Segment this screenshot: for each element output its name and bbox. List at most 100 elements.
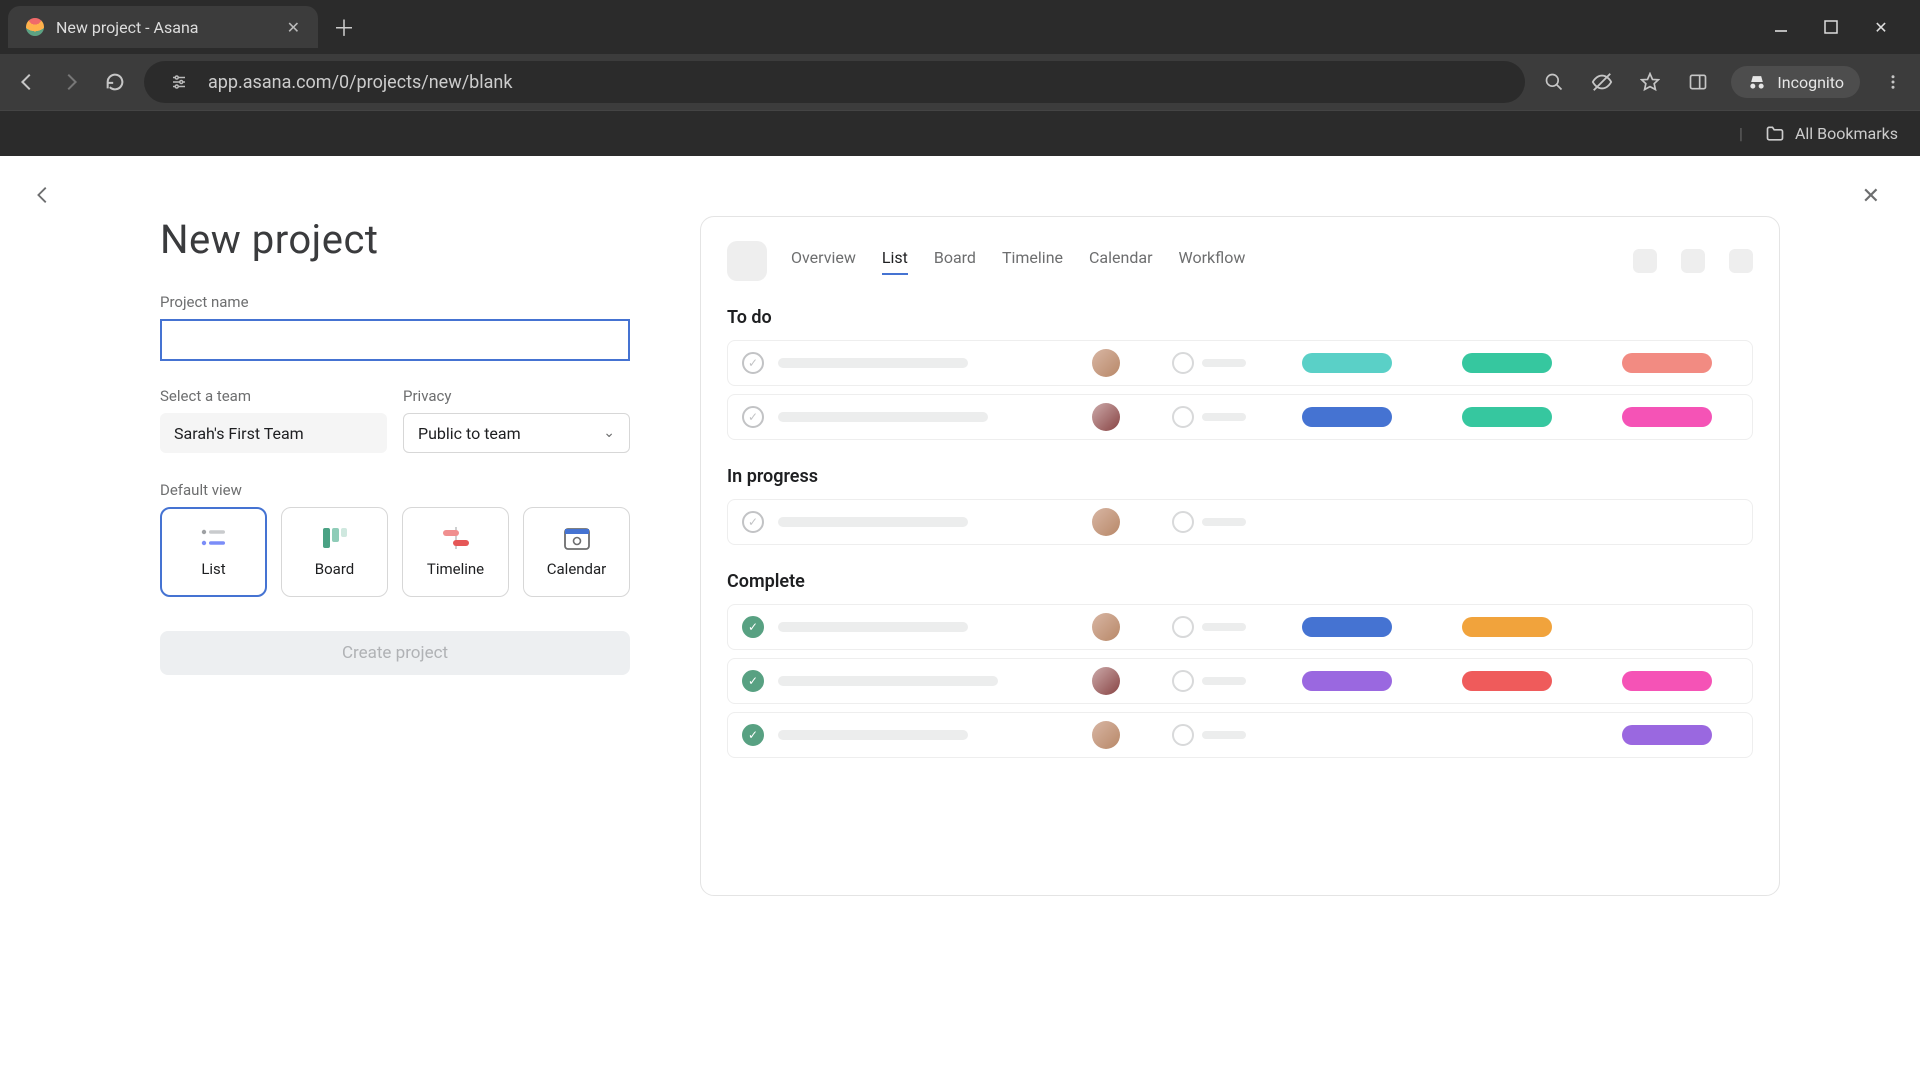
url-box[interactable]: app.asana.com/0/projects/new/blank (144, 61, 1525, 103)
task-row[interactable]: ✓ (727, 394, 1753, 440)
sidepanel-icon[interactable] (1683, 67, 1713, 97)
preview-project-icon-placeholder (727, 241, 767, 281)
calendar-outline-icon (1172, 724, 1194, 746)
new-tab-button[interactable]: ＋ (328, 11, 360, 43)
new-project-form: New project Project name Select a team S… (160, 216, 630, 896)
due-date-placeholder (1172, 511, 1292, 533)
task-row[interactable]: ✓ (727, 499, 1753, 545)
default-view-label: Default view (160, 481, 630, 499)
team-select[interactable]: Sarah's First Team (160, 413, 387, 453)
task-row[interactable]: ✓ (727, 712, 1753, 758)
task-row[interactable]: ✓ (727, 340, 1753, 386)
kebab-menu-icon[interactable] (1878, 67, 1908, 97)
task-check-icon[interactable]: ✓ (742, 406, 764, 428)
view-option-board[interactable]: Board (281, 507, 388, 597)
tag-pill (1622, 671, 1712, 691)
tag-pill (1622, 407, 1712, 427)
tag-pill (1622, 512, 1712, 532)
window-controls: ✕ (1770, 16, 1912, 38)
incognito-icon (1747, 72, 1767, 92)
tag-pill (1302, 725, 1392, 745)
due-date-placeholder (1172, 724, 1292, 746)
task-check-icon[interactable]: ✓ (742, 352, 764, 374)
task-check-icon[interactable]: ✓ (742, 511, 764, 533)
site-settings-icon[interactable] (164, 67, 194, 97)
preview-toolbar-placeholder (1729, 249, 1753, 273)
tag-pill (1302, 353, 1392, 373)
task-name-placeholder (778, 730, 968, 740)
tag-pill (1302, 617, 1392, 637)
view-option-timeline-label: Timeline (427, 560, 484, 578)
tag-pill (1302, 407, 1392, 427)
calendar-outline-icon (1172, 352, 1194, 374)
view-option-list-label: List (201, 560, 225, 578)
section-complete-title: Complete (727, 571, 1753, 592)
task-check-done-icon[interactable]: ✓ (742, 616, 764, 638)
project-name-input[interactable] (160, 319, 630, 361)
preview-tab-list[interactable]: List (882, 248, 908, 275)
tag-pill (1462, 671, 1552, 691)
create-project-button[interactable]: Create project (160, 631, 630, 675)
search-icon[interactable] (1539, 67, 1569, 97)
chevron-down-icon: ⌄ (603, 425, 615, 441)
forward-icon[interactable] (56, 67, 86, 97)
preview-tab-workflow[interactable]: Workflow (1179, 248, 1246, 275)
task-check-done-icon[interactable]: ✓ (742, 724, 764, 746)
section-inprogress-title: In progress (727, 466, 1753, 487)
preview-tab-overview[interactable]: Overview (791, 248, 856, 275)
task-name-placeholder (778, 622, 968, 632)
reload-icon[interactable] (100, 67, 130, 97)
project-name-label: Project name (160, 293, 630, 311)
view-option-calendar[interactable]: Calendar (523, 507, 630, 597)
board-view-icon (320, 526, 350, 550)
tag-pill (1622, 353, 1712, 373)
asana-favicon (26, 18, 44, 36)
team-label: Select a team (160, 387, 387, 405)
due-date-placeholder (1172, 616, 1292, 638)
all-bookmarks-button[interactable]: All Bookmarks (1795, 124, 1898, 143)
incognito-badge[interactable]: Incognito (1731, 66, 1860, 98)
preview-tab-calendar[interactable]: Calendar (1089, 248, 1152, 275)
calendar-outline-icon (1172, 670, 1194, 692)
view-option-board-label: Board (315, 560, 354, 578)
avatar (1092, 508, 1120, 536)
address-bar: app.asana.com/0/projects/new/blank Incog… (0, 54, 1920, 110)
due-date-placeholder (1172, 406, 1292, 428)
view-option-timeline[interactable]: Timeline (402, 507, 509, 597)
star-icon[interactable] (1635, 67, 1665, 97)
avatar (1092, 403, 1120, 431)
page-surface: ✕ New project Project name Select a team… (0, 156, 1920, 1080)
preview-tab-timeline[interactable]: Timeline (1002, 248, 1063, 275)
due-date-placeholder (1172, 352, 1292, 374)
page-back-button[interactable] (32, 184, 54, 206)
timeline-view-icon (441, 526, 471, 550)
incognito-label: Incognito (1777, 73, 1844, 92)
browser-tab[interactable]: New project - Asana ✕ (8, 6, 318, 48)
preview-tab-board[interactable]: Board (934, 248, 976, 275)
tag-pill (1622, 725, 1712, 745)
tab-close-icon[interactable]: ✕ (287, 18, 300, 37)
task-check-done-icon[interactable]: ✓ (742, 670, 764, 692)
page-close-button[interactable]: ✕ (1862, 184, 1880, 209)
tag-pill (1302, 671, 1392, 691)
eye-off-icon[interactable] (1587, 67, 1617, 97)
due-date-placeholder (1172, 670, 1292, 692)
minimize-icon[interactable] (1770, 16, 1792, 38)
maximize-icon[interactable] (1820, 16, 1842, 38)
tag-pill (1302, 512, 1392, 532)
view-option-list[interactable]: List (160, 507, 267, 597)
privacy-label: Privacy (403, 387, 630, 405)
tab-strip: New project - Asana ✕ ＋ ✕ (0, 0, 1920, 54)
calendar-view-icon (562, 526, 592, 550)
task-row[interactable]: ✓ (727, 658, 1753, 704)
task-name-placeholder (778, 676, 998, 686)
privacy-select[interactable]: Public to team ⌄ (403, 413, 630, 453)
folder-icon (1765, 124, 1785, 144)
task-row[interactable]: ✓ (727, 604, 1753, 650)
tab-title: New project - Asana (56, 18, 275, 37)
window-close-icon[interactable]: ✕ (1870, 16, 1892, 38)
calendar-outline-icon (1172, 406, 1194, 428)
back-icon[interactable] (12, 67, 42, 97)
tag-pill (1622, 617, 1712, 637)
avatar (1092, 721, 1120, 749)
